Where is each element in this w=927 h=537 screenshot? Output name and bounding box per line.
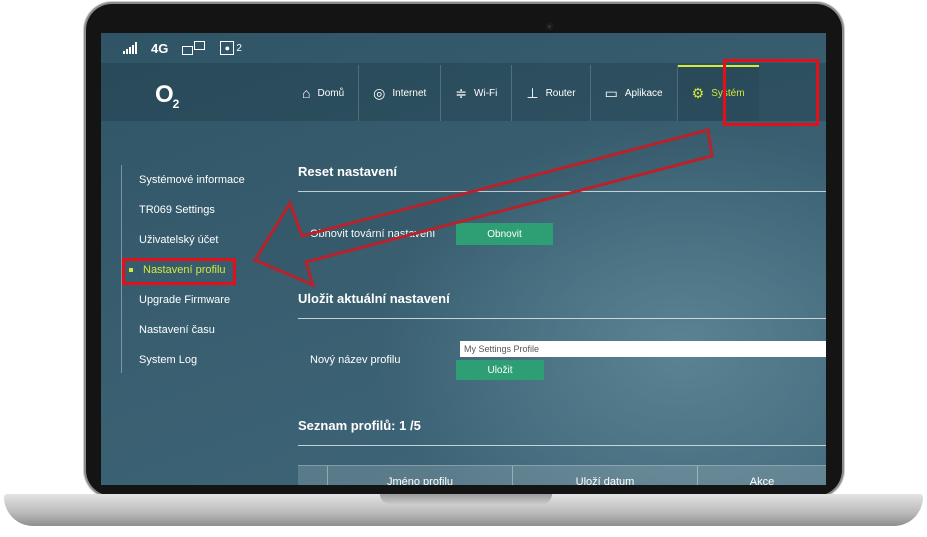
highlight-system-tab: [723, 59, 819, 126]
users-count: 2: [236, 42, 242, 54]
reset-section-title: Reset nastavení: [298, 164, 397, 179]
status-bar: 4G ● 2: [101, 33, 826, 63]
sidebar-item-system-log[interactable]: System Log: [122, 345, 282, 375]
router-icon: ⊥: [526, 84, 539, 101]
wifi-icon: ≑: [455, 84, 468, 101]
network-connection-icon: [182, 41, 206, 55]
top-navigation: O2 ⌂ Domů ◎ Internet ≑ Wi-Fi ⊥ Router ▭ …: [101, 63, 826, 121]
divider: [298, 318, 826, 319]
profile-name-input[interactable]: [460, 341, 826, 357]
restore-button[interactable]: Obnovit: [456, 223, 553, 245]
laptop-notch: [380, 494, 552, 504]
o2-logo[interactable]: O2: [155, 81, 179, 111]
sidebar-item-firmware[interactable]: Upgrade Firmware: [122, 285, 282, 315]
network-type: 4G: [151, 40, 169, 56]
signal-strength-icon: [123, 42, 137, 54]
user-icon: ●: [220, 41, 235, 55]
laptop-base: [4, 494, 923, 526]
monitor-icon: ▭: [604, 84, 618, 101]
profiles-list-title: Seznam profilů: 1 /5: [298, 418, 421, 433]
column-header-actions: Akce: [697, 466, 826, 485]
nav-label: Wi-Fi: [474, 87, 498, 99]
sidebar-item-tr069[interactable]: TR069 Settings: [122, 195, 282, 225]
globe-icon: ◎: [373, 84, 386, 101]
nav-label: Internet: [392, 87, 427, 99]
profiles-table-header: Jméno profilu Uloží datum Akce: [298, 465, 826, 485]
divider: [298, 191, 826, 192]
save-button[interactable]: Uložit: [456, 360, 544, 380]
sidebar-item-system-info[interactable]: Systémové informace: [122, 165, 282, 195]
column-header-select: [298, 466, 327, 485]
nav-label: Router: [545, 87, 576, 99]
gears-icon: ⚙: [691, 84, 705, 101]
home-icon: ⌂: [302, 85, 311, 101]
column-header-saved-date[interactable]: Uloží datum: [512, 466, 697, 485]
nav-internet[interactable]: ◎ Internet: [358, 65, 440, 121]
save-section-title: Uložit aktuální nastavení: [298, 291, 450, 306]
highlight-profile-settings: [122, 258, 236, 285]
nav-router[interactable]: ⊥ Router: [511, 65, 589, 121]
sidebar-item-time[interactable]: Nastavení času: [122, 315, 282, 345]
nav-home[interactable]: ⌂ Domů: [288, 65, 358, 121]
divider: [298, 445, 826, 446]
sidebar-item-user-account[interactable]: Uživatelský účet: [122, 225, 282, 255]
column-header-profile-name[interactable]: Jméno profilu: [327, 466, 512, 485]
main-nav: ⌂ Domů ◎ Internet ≑ Wi-Fi ⊥ Router ▭ Apl…: [288, 65, 759, 121]
connected-users: ● 2: [220, 41, 242, 55]
factory-reset-label: Obnovit tovární nastavení: [310, 228, 436, 240]
profile-name-label: Nový název profilu: [310, 354, 401, 366]
nav-wifi[interactable]: ≑ Wi-Fi: [440, 65, 511, 121]
nav-apps[interactable]: ▭ Aplikace: [589, 65, 677, 121]
webcam: [546, 23, 553, 30]
nav-label: Domů: [317, 87, 345, 99]
nav-label: Aplikace: [624, 87, 663, 99]
